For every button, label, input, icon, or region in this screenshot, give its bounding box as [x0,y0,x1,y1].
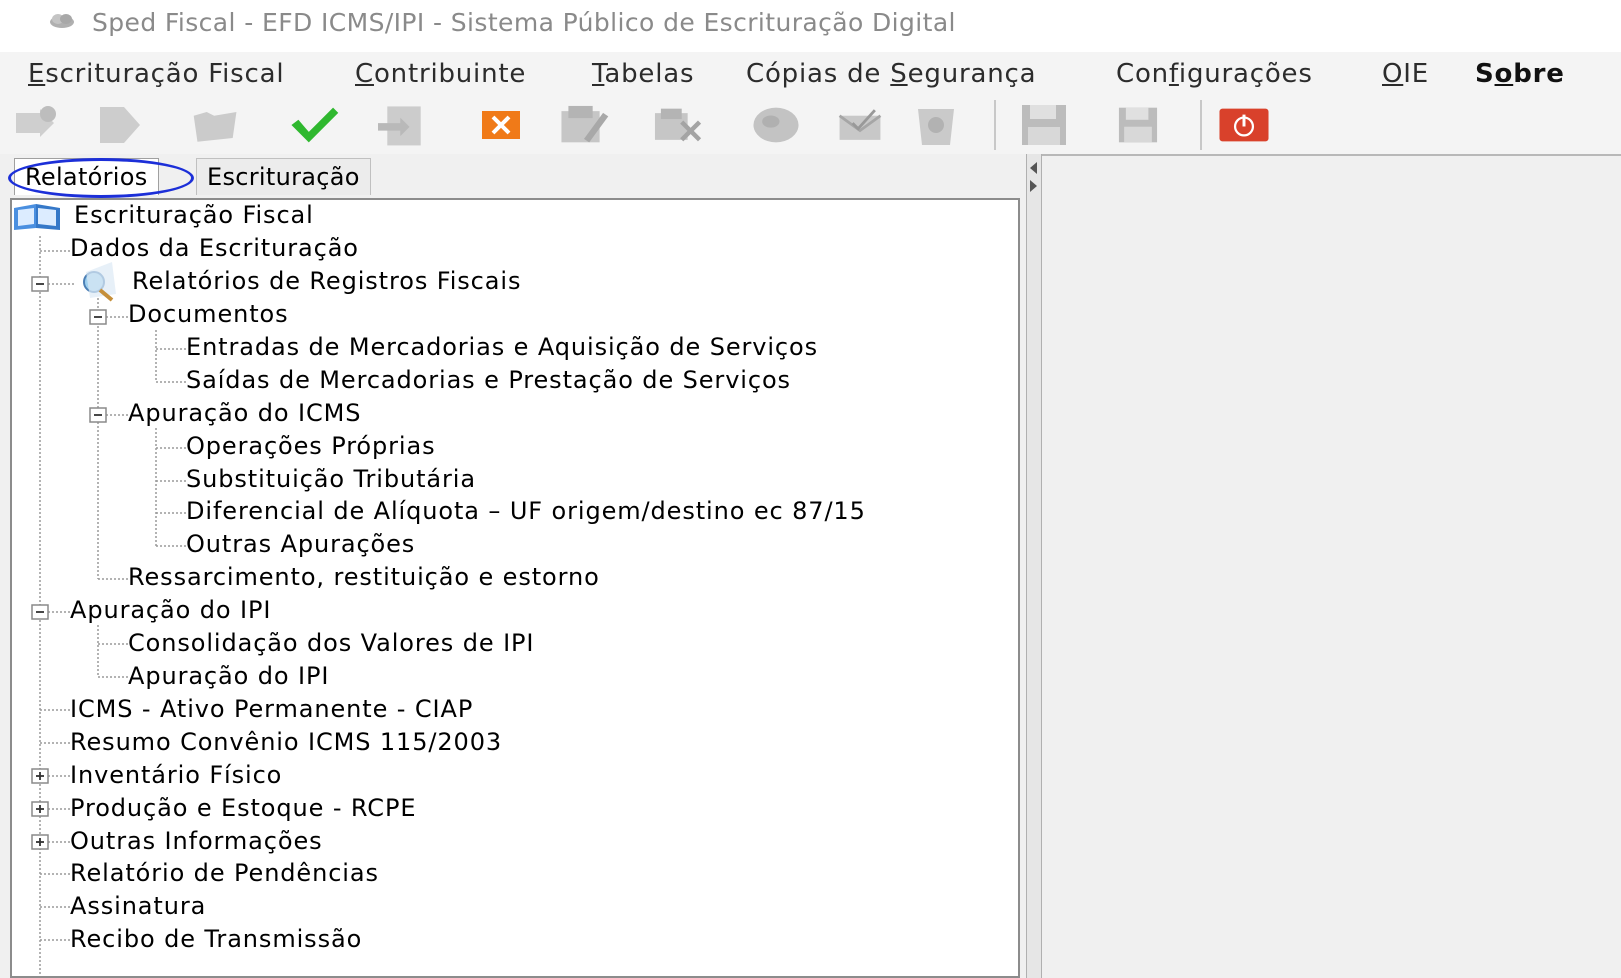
tree-node-relatorio-pendencias[interactable]: Relatório de Pendências [70,858,379,888]
forward-button[interactable] [96,100,148,150]
tree-node-consolidacao-ipi[interactable]: Consolidação dos Valores de IPI [128,628,534,658]
menu-escrituracao-fiscal[interactable]: Escrituração Fiscal [28,59,284,89]
tree-node-recibo-transmissao[interactable]: Recibo de Transmissão [70,924,362,954]
delete-register-icon [654,108,702,142]
tree-node-apuracao-icms[interactable]: Apuração do ICMS [128,398,361,428]
new-document-button[interactable] [10,100,62,150]
menu-contribuinte[interactable]: Contribuinte [355,59,526,89]
tree-root-escrituracao-fiscal[interactable]: Escrituração Fiscal [74,200,314,230]
save-icon [1022,105,1066,145]
globe-button[interactable] [750,100,802,150]
tree-node-operacoes-proprias[interactable]: Operações Próprias [186,431,436,461]
tree-node-documentos[interactable]: Documentos [128,299,289,329]
tree-node-apuracao-ipi-report[interactable]: Apuração do IPI [128,661,329,691]
tree-node-saidas-mercadorias[interactable]: Saídas de Mercadorias e Prestação de Ser… [186,365,791,395]
open-folder-icon [193,112,237,142]
sign-envelope-icon [838,109,882,140]
tree-node-producao-estoque[interactable]: Produção e Estoque - RCPE [70,793,416,823]
tree-node-dados-escrituracao[interactable]: Dados da Escrituração [70,233,359,263]
menu-tabelas[interactable]: Tabelas [592,59,694,89]
tab-strip: Relatórios Escrituração [0,154,1026,198]
forward-arrow-icon [100,107,140,143]
menu-sobre[interactable]: Sobre [1475,59,1565,89]
globe-icon [753,107,799,143]
save-button[interactable] [1018,100,1070,150]
trash-button[interactable] [910,100,962,150]
title-bar: Sped Fiscal - EFD ICMS/IPI - Sistema Púb… [0,0,1621,48]
tab-relatorios[interactable]: Relatórios [14,158,159,195]
tree-node-apuracao-ipi[interactable]: Apuração do IPI [70,595,271,625]
save-as-button[interactable] [1112,100,1164,150]
import-button[interactable] [378,100,430,150]
report-tree[interactable]: Escrituração Fiscal Dados da Escrituraçã… [10,198,1020,978]
book-icon [14,204,60,230]
exit-button[interactable] [1218,100,1270,150]
edit-register-button[interactable] [558,100,610,150]
tab-escrituracao[interactable]: Escrituração [196,158,371,195]
close-file-icon [482,111,520,139]
menu-bar: Escrituração Fiscal Contribuinte Tabelas… [0,52,1621,96]
content-pane [1042,154,1621,978]
import-document-icon [378,106,421,146]
menu-copias-de-seguranca[interactable]: Cópias de Segurança [746,59,1036,89]
window-title: Sped Fiscal - EFD ICMS/IPI - Sistema Púb… [92,8,956,37]
cloud-icon [50,14,74,28]
trash-icon [918,109,954,145]
close-file-button[interactable] [476,100,528,150]
edit-register-icon [561,105,609,143]
power-icon [1219,108,1269,142]
validate-check-icon [291,107,339,143]
tree-node-outras-apuracoes[interactable]: Outras Apurações [186,529,415,559]
validate-button[interactable] [288,100,340,150]
delete-register-button[interactable] [652,100,704,150]
tree-node-outras-informacoes[interactable]: Outras Informações [70,826,323,856]
tree-node-inventario-fisico[interactable]: Inventário Físico [70,760,282,790]
toolbar-separator [1200,100,1202,150]
pane-splitter[interactable] [1026,154,1042,978]
tree-node-ressarcimento[interactable]: Ressarcimento, restituição e estorno [128,562,600,592]
menu-configuracoes[interactable]: Configurações [1116,59,1313,89]
tree-node-entradas-mercadorias[interactable]: Entradas de Mercadorias e Aquisição de S… [186,332,818,362]
menu-oie[interactable]: OIE [1382,59,1429,89]
tree-node-relatorios-registros-fiscais[interactable]: Relatórios de Registros Fiscais [132,266,521,296]
sign-button[interactable] [834,100,886,150]
tree-node-diferencial-aliquota[interactable]: Diferencial de Alíquota – UF origem/dest… [186,496,866,526]
new-document-icon [16,106,56,137]
tree-node-ciap[interactable]: ICMS - Ativo Permanente - CIAP [70,694,473,724]
toolbar-separator [994,100,996,150]
magnifier-icon [83,262,116,302]
tree-node-substituicao-tributaria[interactable]: Substituição Tributária [186,464,476,494]
collapse-arrow-icon [1030,162,1037,192]
tree-node-assinatura[interactable]: Assinatura [70,891,206,921]
save-as-icon [1118,107,1158,143]
open-folder-button[interactable] [190,100,242,150]
toolbar [0,96,1621,154]
tree-node-resumo-convenio[interactable]: Resumo Convênio ICMS 115/2003 [70,727,502,757]
